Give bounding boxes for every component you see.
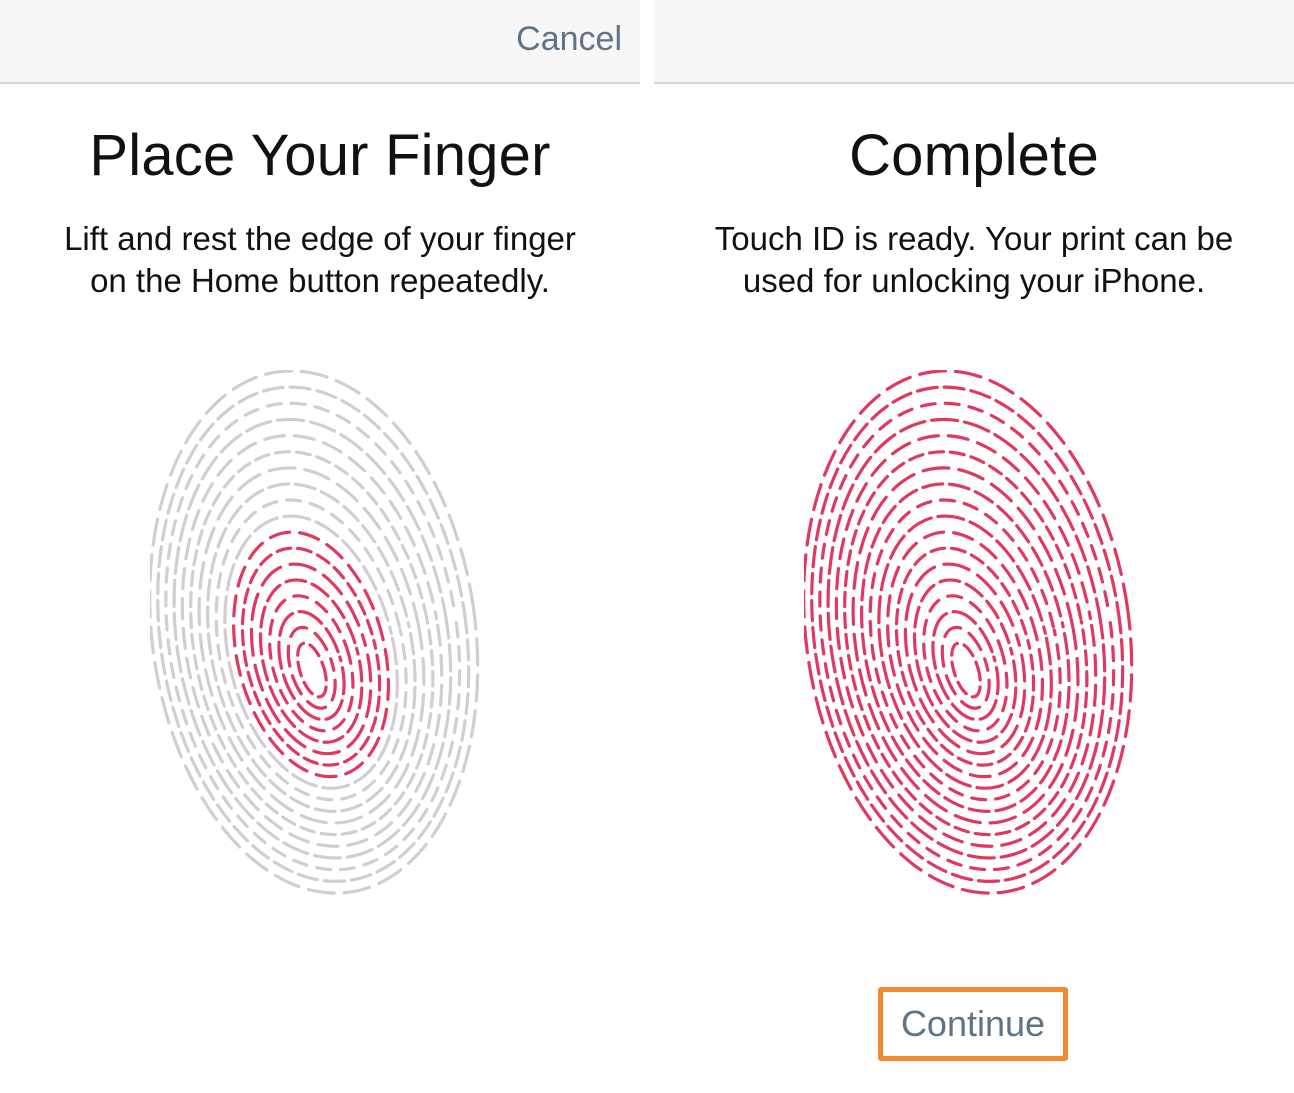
navigation-bar: Cancel: [0, 0, 640, 84]
instruction-text: Lift and rest the edge of your finger on…: [0, 218, 640, 302]
fingerprint-ridge: [894, 546, 1036, 767]
screen-title: Complete: [849, 123, 1099, 188]
fingerprint-icon: [150, 370, 480, 895]
status-line-1: Touch ID is ready. Your print can be: [714, 220, 1234, 257]
fingerprint-ridge: [940, 625, 991, 710]
fingerprint-ridge: [277, 610, 346, 722]
navigation-bar: [654, 0, 1294, 84]
screen-title: Place Your Finger: [89, 123, 551, 188]
fingerprint-ridge: [240, 546, 382, 767]
continue-highlight-box: Continue: [878, 987, 1068, 1061]
panel-divider: [640, 0, 654, 1093]
instruction-line-1: Lift and rest the edge of your finger: [64, 220, 576, 257]
fingerprint-ridge: [286, 625, 337, 710]
fingerprint-icon: [804, 370, 1134, 895]
fingerprint-ridge: [931, 610, 1000, 722]
cancel-button[interactable]: Cancel: [516, 20, 622, 59]
status-line-2: used for unlocking your iPhone.: [742, 262, 1206, 299]
complete-screen: Complete Touch ID is ready. Your print c…: [654, 0, 1294, 1093]
instruction-line-2: on the Home button repeatedly.: [90, 262, 550, 299]
place-finger-screen: Cancel Place Your Finger Lift and rest t…: [0, 0, 640, 1093]
touch-id-setup-screens: Cancel Place Your Finger Lift and rest t…: [0, 0, 1294, 1093]
continue-button[interactable]: Continue: [883, 992, 1063, 1056]
status-text: Touch ID is ready. Your print can be use…: [654, 218, 1294, 302]
